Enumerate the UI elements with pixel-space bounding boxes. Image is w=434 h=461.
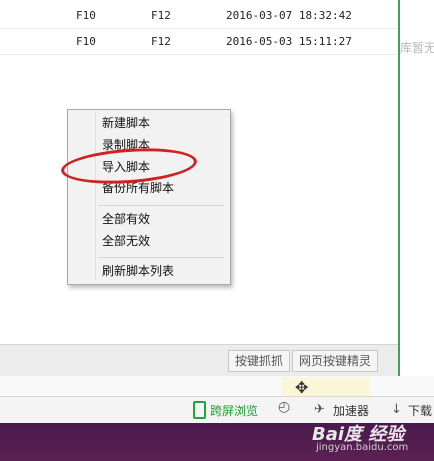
stop-hotkey-cell: F12 bbox=[151, 35, 171, 48]
datetime-cell: 2016-03-07 18:32:42 bbox=[226, 9, 352, 22]
start-hotkey-cell: F10 bbox=[76, 9, 96, 22]
menu-item-all-disabled[interactable]: 全部无效 bbox=[102, 231, 150, 251]
download-arrow-icon: ↓ bbox=[391, 402, 402, 417]
phone-icon bbox=[193, 401, 206, 419]
split-view-button[interactable]: 跨屏浏览 bbox=[210, 402, 258, 419]
context-menu: 新建脚本 录制脚本 导入脚本 备份所有脚本 全部有效 全部无效 刷新脚本列表 bbox=[67, 109, 231, 285]
table-row[interactable]: F10 F12 2016-03-07 18:32:42 bbox=[0, 2, 398, 29]
side-panel-text: 库暂无 bbox=[400, 41, 434, 55]
menu-item-refresh-script-list[interactable]: 刷新脚本列表 bbox=[102, 261, 174, 281]
watermark: Bai度 经验 jingyan.baidu.com bbox=[312, 420, 408, 453]
datetime-cell: 2016-05-03 15:11:27 bbox=[226, 35, 352, 48]
web-key-wizard-button[interactable]: 网页按键精灵 bbox=[292, 350, 379, 372]
key-capture-button[interactable]: 按键抓抓 bbox=[228, 350, 291, 372]
menu-separator bbox=[98, 205, 224, 206]
panel-toolbar: 按键抓抓 网页按键精灵 bbox=[0, 344, 398, 377]
move-arrows-icon[interactable]: ✥ bbox=[295, 378, 308, 397]
menu-gutter bbox=[95, 112, 96, 280]
watermark-url: jingyan.baidu.com bbox=[316, 442, 409, 453]
menu-item-all-enabled[interactable]: 全部有效 bbox=[102, 209, 150, 229]
table-row[interactable]: F10 F12 2016-05-03 15:11:27 bbox=[0, 28, 398, 55]
status-bar: 跨屏浏览 ◴ ✈ 加速器 ↓ 下载 bbox=[0, 396, 434, 423]
menu-separator bbox=[98, 257, 224, 258]
right-side-area bbox=[400, 0, 434, 376]
rocket-icon: ✈ bbox=[314, 402, 325, 417]
stop-hotkey-cell: F12 bbox=[151, 9, 171, 22]
download-button[interactable]: 下载 bbox=[408, 402, 432, 419]
clock-icon[interactable]: ◴ bbox=[278, 399, 290, 415]
start-hotkey-cell: F10 bbox=[76, 35, 96, 48]
menu-item-new-script[interactable]: 新建脚本 bbox=[102, 113, 150, 133]
accelerator-button[interactable]: 加速器 bbox=[333, 402, 369, 419]
